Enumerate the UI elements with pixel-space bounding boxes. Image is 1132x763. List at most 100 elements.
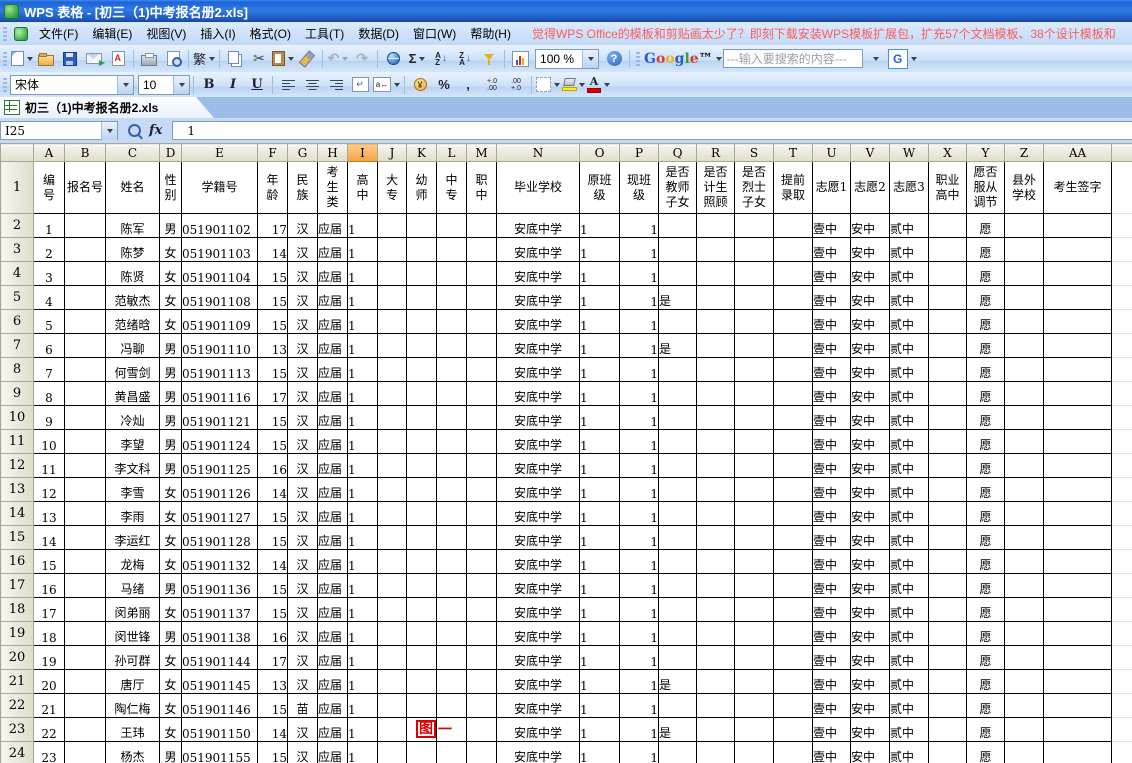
cell-S18[interactable]	[735, 598, 774, 622]
cell-AA11[interactable]	[1044, 430, 1112, 454]
cell-R8[interactable]	[697, 358, 735, 382]
cell-W17[interactable]: 贰中	[890, 574, 929, 598]
align-left-button[interactable]	[277, 74, 299, 96]
cell-V19[interactable]: 安中	[851, 622, 890, 646]
cell-X1[interactable]: 职业 高中	[929, 162, 967, 214]
cell-D15[interactable]: 女	[160, 526, 182, 550]
cell-Y17[interactable]: 愿	[967, 574, 1005, 598]
cell-R24[interactable]	[697, 742, 735, 763]
cell-G17[interactable]: 汉	[288, 574, 318, 598]
cell-J3[interactable]	[378, 238, 407, 262]
cell-M15[interactable]	[467, 526, 497, 550]
cell-C15[interactable]: 李运红	[106, 526, 160, 550]
cell-E6[interactable]: 051901109	[182, 310, 258, 334]
cell-D12[interactable]: 男	[160, 454, 182, 478]
column-header-O[interactable]: O	[580, 144, 620, 162]
cell-R2[interactable]	[697, 214, 735, 238]
cell-L17[interactable]	[437, 574, 467, 598]
cell-O12[interactable]: 1	[580, 454, 620, 478]
cell-V10[interactable]: 安中	[851, 406, 890, 430]
cell-X23[interactable]	[929, 718, 967, 742]
cell-O3[interactable]: 1	[580, 238, 620, 262]
cell-M5[interactable]	[467, 286, 497, 310]
cell-L2[interactable]	[437, 214, 467, 238]
cell-V24[interactable]: 安中	[851, 742, 890, 763]
cell-B15[interactable]	[65, 526, 106, 550]
cell-U14[interactable]: 壹中	[813, 502, 851, 526]
cell-P11[interactable]: 1	[620, 430, 659, 454]
cell-B8[interactable]	[65, 358, 106, 382]
cell-K1[interactable]: 幼 师	[407, 162, 437, 214]
cell-N6[interactable]: 安底中学	[497, 310, 580, 334]
cell-S15[interactable]	[735, 526, 774, 550]
cell-M1[interactable]: 职 中	[467, 162, 497, 214]
cell-Q14[interactable]	[659, 502, 697, 526]
cell-E5[interactable]: 051901108	[182, 286, 258, 310]
cell-Y21[interactable]: 愿	[967, 670, 1005, 694]
cell-F16[interactable]: 14	[258, 550, 288, 574]
row-header-21[interactable]: 21	[1, 670, 34, 694]
cell-C18[interactable]: 闵弟丽	[106, 598, 160, 622]
cell-K4[interactable]	[407, 262, 437, 286]
cell-L10[interactable]	[437, 406, 467, 430]
cell-M16[interactable]	[467, 550, 497, 574]
cell-K10[interactable]	[407, 406, 437, 430]
cell-C16[interactable]: 龙梅	[106, 550, 160, 574]
cell-U13[interactable]: 壹中	[813, 478, 851, 502]
cell-K13[interactable]	[407, 478, 437, 502]
cell-V7[interactable]: 安中	[851, 334, 890, 358]
cell-Q24[interactable]	[659, 742, 697, 763]
sort-ascending-button[interactable]: AZ↓	[430, 48, 452, 70]
cell-J23[interactable]	[378, 718, 407, 742]
cell-X4[interactable]	[929, 262, 967, 286]
cell-V14[interactable]: 安中	[851, 502, 890, 526]
cell-V22[interactable]: 安中	[851, 694, 890, 718]
cell-O10[interactable]: 1	[580, 406, 620, 430]
cell-W1[interactable]: 志愿3	[890, 162, 929, 214]
column-header-L[interactable]: L	[437, 144, 467, 162]
cell-Y1[interactable]: 愿否 服从 调节	[967, 162, 1005, 214]
cell-U10[interactable]: 壹中	[813, 406, 851, 430]
cell-Q2[interactable]	[659, 214, 697, 238]
hyperlink-button[interactable]	[382, 48, 404, 70]
cell-W23[interactable]: 贰中	[890, 718, 929, 742]
cell-V21[interactable]: 安中	[851, 670, 890, 694]
cell-W16[interactable]: 贰中	[890, 550, 929, 574]
cell-M21[interactable]	[467, 670, 497, 694]
cell-B14[interactable]	[65, 502, 106, 526]
cell-D9[interactable]: 男	[160, 382, 182, 406]
cell-U11[interactable]: 壹中	[813, 430, 851, 454]
cell-J13[interactable]	[378, 478, 407, 502]
column-header-H[interactable]: H	[318, 144, 348, 162]
cell-R9[interactable]	[697, 382, 735, 406]
cell-E16[interactable]: 051901132	[182, 550, 258, 574]
column-header-Y[interactable]: Y	[967, 144, 1005, 162]
cell-L21[interactable]	[437, 670, 467, 694]
zoom-dropdown[interactable]	[582, 50, 598, 68]
cell-H10[interactable]: 应届	[318, 406, 348, 430]
cell-P22[interactable]: 1	[620, 694, 659, 718]
cell-A18[interactable]: 17	[34, 598, 65, 622]
cell-Z22[interactable]	[1005, 694, 1044, 718]
cell-B17[interactable]	[65, 574, 106, 598]
cell-R15[interactable]	[697, 526, 735, 550]
cell-D16[interactable]: 女	[160, 550, 182, 574]
cell-R14[interactable]	[697, 502, 735, 526]
cell-X20[interactable]	[929, 646, 967, 670]
cell-U5[interactable]: 壹中	[813, 286, 851, 310]
row-header-4[interactable]: 4	[1, 262, 34, 286]
cell-L16[interactable]	[437, 550, 467, 574]
cell-P13[interactable]: 1	[620, 478, 659, 502]
formula-content[interactable]: 1	[172, 121, 1132, 140]
cell-F10[interactable]: 15	[258, 406, 288, 430]
column-header-W[interactable]: W	[890, 144, 929, 162]
cell-X14[interactable]	[929, 502, 967, 526]
cell-M12[interactable]	[467, 454, 497, 478]
decrease-decimal-button[interactable]: .00 +.0	[505, 74, 527, 96]
cell-V16[interactable]: 安中	[851, 550, 890, 574]
cell-AA14[interactable]	[1044, 502, 1112, 526]
cell-A2[interactable]: 1	[34, 214, 65, 238]
cell-A17[interactable]: 16	[34, 574, 65, 598]
cell-H14[interactable]: 应届	[318, 502, 348, 526]
cell-P12[interactable]: 1	[620, 454, 659, 478]
